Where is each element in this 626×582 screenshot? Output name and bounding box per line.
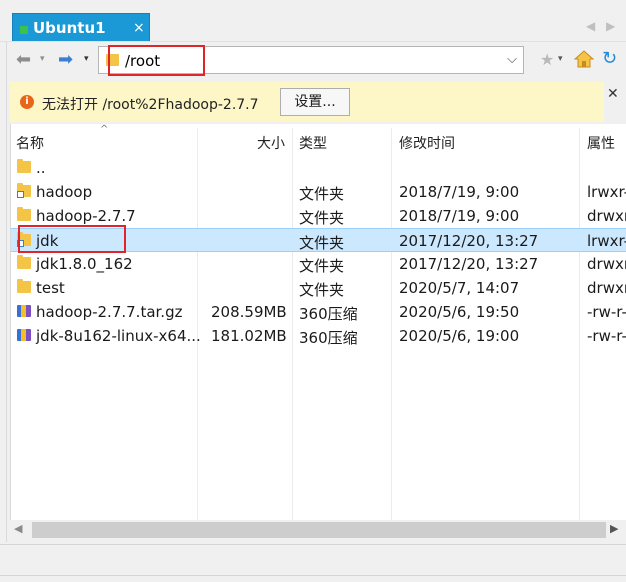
file-name: hadoop: [36, 183, 93, 201]
file-name: jdk1.8.0_162: [36, 255, 133, 273]
file-type: 文件夹: [299, 234, 345, 252]
file-size: 208.59MB: [211, 303, 287, 321]
error-notice-bar: i 无法打开 /root%2Fhadoop-2.7.7 设置...: [10, 82, 606, 122]
file-attributes: lrwxr-: [587, 183, 626, 201]
file-row[interactable]: jdk1.8.0_162 文件夹 2017/12/20, 13:27 drwxr: [11, 252, 626, 276]
folder-up-icon: [17, 159, 31, 173]
arrow-right-icon[interactable]: ➡: [58, 51, 73, 69]
file-type: 文件夹: [299, 257, 345, 275]
tab-title: Ubuntu1: [33, 19, 106, 37]
refresh-icon[interactable]: ↻: [602, 48, 617, 69]
file-modified: 2018/7/19, 9:00: [399, 183, 520, 201]
column-header-type[interactable]: 类型: [299, 133, 327, 153]
tab-scroll-left-icon[interactable]: ◀: [586, 19, 595, 33]
file-attributes: drwxr: [587, 255, 626, 273]
file-name: hadoop-2.7.7.tar.gz: [36, 303, 183, 321]
notice-close-button[interactable]: ✕: [604, 82, 626, 122]
scroll-right-icon[interactable]: ▶: [610, 522, 618, 535]
file-row[interactable]: hadoop-2.7.7.tar.gz 208.59MB 360压缩 2020/…: [11, 300, 626, 324]
column-header-name[interactable]: 名称: [16, 133, 44, 153]
status-bar: [0, 544, 626, 582]
file-attributes: drwxr: [587, 279, 626, 297]
column-header-size[interactable]: 大小: [257, 133, 285, 153]
tab-ubuntu1[interactable]: Ubuntu1 ×: [12, 13, 150, 42]
file-list: ^ 名称 大小 类型 修改时间 属性 .. hadoop 文件夹 2018/7/…: [10, 124, 626, 540]
toolbar: ⬅ ▾ ➡ ▾ /root ⌵ ★ ▾ ↻: [10, 42, 626, 80]
home-icon[interactable]: [574, 50, 594, 68]
file-attributes: drwxr: [587, 207, 626, 225]
file-row[interactable]: hadoop 文件夹 2018/7/19, 9:00 lrwxr-: [11, 180, 626, 204]
file-modified: 2017/12/20, 13:27: [399, 232, 539, 250]
scrollbar-thumb[interactable]: [32, 522, 606, 538]
file-name: hadoop-2.7.7: [36, 207, 136, 225]
folder-icon: [17, 279, 31, 293]
bookmark-dropdown-icon[interactable]: ▾: [558, 54, 563, 64]
arrow-left-icon[interactable]: ⬅: [16, 51, 31, 69]
status-divider: [0, 575, 626, 576]
folder-link-icon: [17, 183, 31, 198]
back-history-dropdown-icon[interactable]: ▾: [40, 54, 45, 64]
scroll-left-icon[interactable]: ◀: [14, 522, 22, 535]
jdk-annotation-box: [18, 225, 126, 253]
address-annotation-box: [108, 45, 205, 76]
file-modified: 2018/7/19, 9:00: [399, 207, 520, 225]
notice-message: 无法打开 /root%2Fhadoop-2.7.7: [42, 97, 259, 113]
folder-icon: [17, 255, 31, 269]
address-dropdown-icon[interactable]: ⌵: [507, 52, 517, 67]
archive-icon: [17, 329, 31, 341]
tab-close-icon[interactable]: ×: [133, 20, 145, 36]
file-name: jdk-8u162-linux-x64...: [36, 327, 201, 345]
left-panel-edge: [0, 42, 7, 542]
file-row[interactable]: test 文件夹 2020/5/7, 14:07 drwxr: [11, 276, 626, 300]
sort-ascending-icon: ^: [100, 124, 109, 135]
column-header-attributes[interactable]: 属性: [587, 133, 615, 153]
file-row[interactable]: jdk-8u162-linux-x64... 181.02MB 360压缩 20…: [11, 324, 626, 348]
folder-icon: [17, 207, 31, 221]
file-type: 360压缩: [299, 305, 358, 323]
settings-button[interactable]: 设置...: [280, 88, 350, 116]
info-icon: i: [20, 95, 34, 109]
bookmark-star-icon[interactable]: ★: [540, 50, 554, 69]
file-name: ..: [36, 159, 46, 177]
file-row-parent[interactable]: ..: [11, 156, 626, 180]
file-type: 文件夹: [299, 185, 345, 203]
file-name: test: [36, 279, 65, 297]
column-header-row: ^ 名称 大小 类型 修改时间 属性: [11, 124, 626, 156]
file-modified: 2017/12/20, 13:27: [399, 255, 539, 273]
file-modified: 2020/5/6, 19:00: [399, 327, 520, 345]
file-attributes: lrwxr-: [587, 232, 626, 250]
close-icon[interactable]: ✕: [607, 86, 619, 102]
file-modified: 2020/5/7, 14:07: [399, 279, 520, 297]
archive-icon: [17, 305, 31, 317]
file-modified: 2020/5/6, 19:50: [399, 303, 520, 321]
file-type: 文件夹: [299, 281, 345, 299]
file-type: 360压缩: [299, 329, 358, 347]
tab-bar: Ubuntu1 × ◀ ▶: [0, 0, 626, 42]
file-attributes: -rw-r-: [587, 303, 626, 321]
file-attributes: -rw-r-: [587, 327, 626, 345]
forward-history-dropdown-icon[interactable]: ▾: [84, 54, 89, 64]
tab-scroll-right-icon[interactable]: ▶: [606, 19, 615, 33]
file-type: 文件夹: [299, 209, 345, 227]
connection-status-icon: [20, 26, 28, 34]
file-size: 181.02MB: [211, 327, 287, 345]
horizontal-scrollbar[interactable]: ◀ ▶: [10, 520, 626, 540]
column-header-modified[interactable]: 修改时间: [399, 133, 455, 153]
